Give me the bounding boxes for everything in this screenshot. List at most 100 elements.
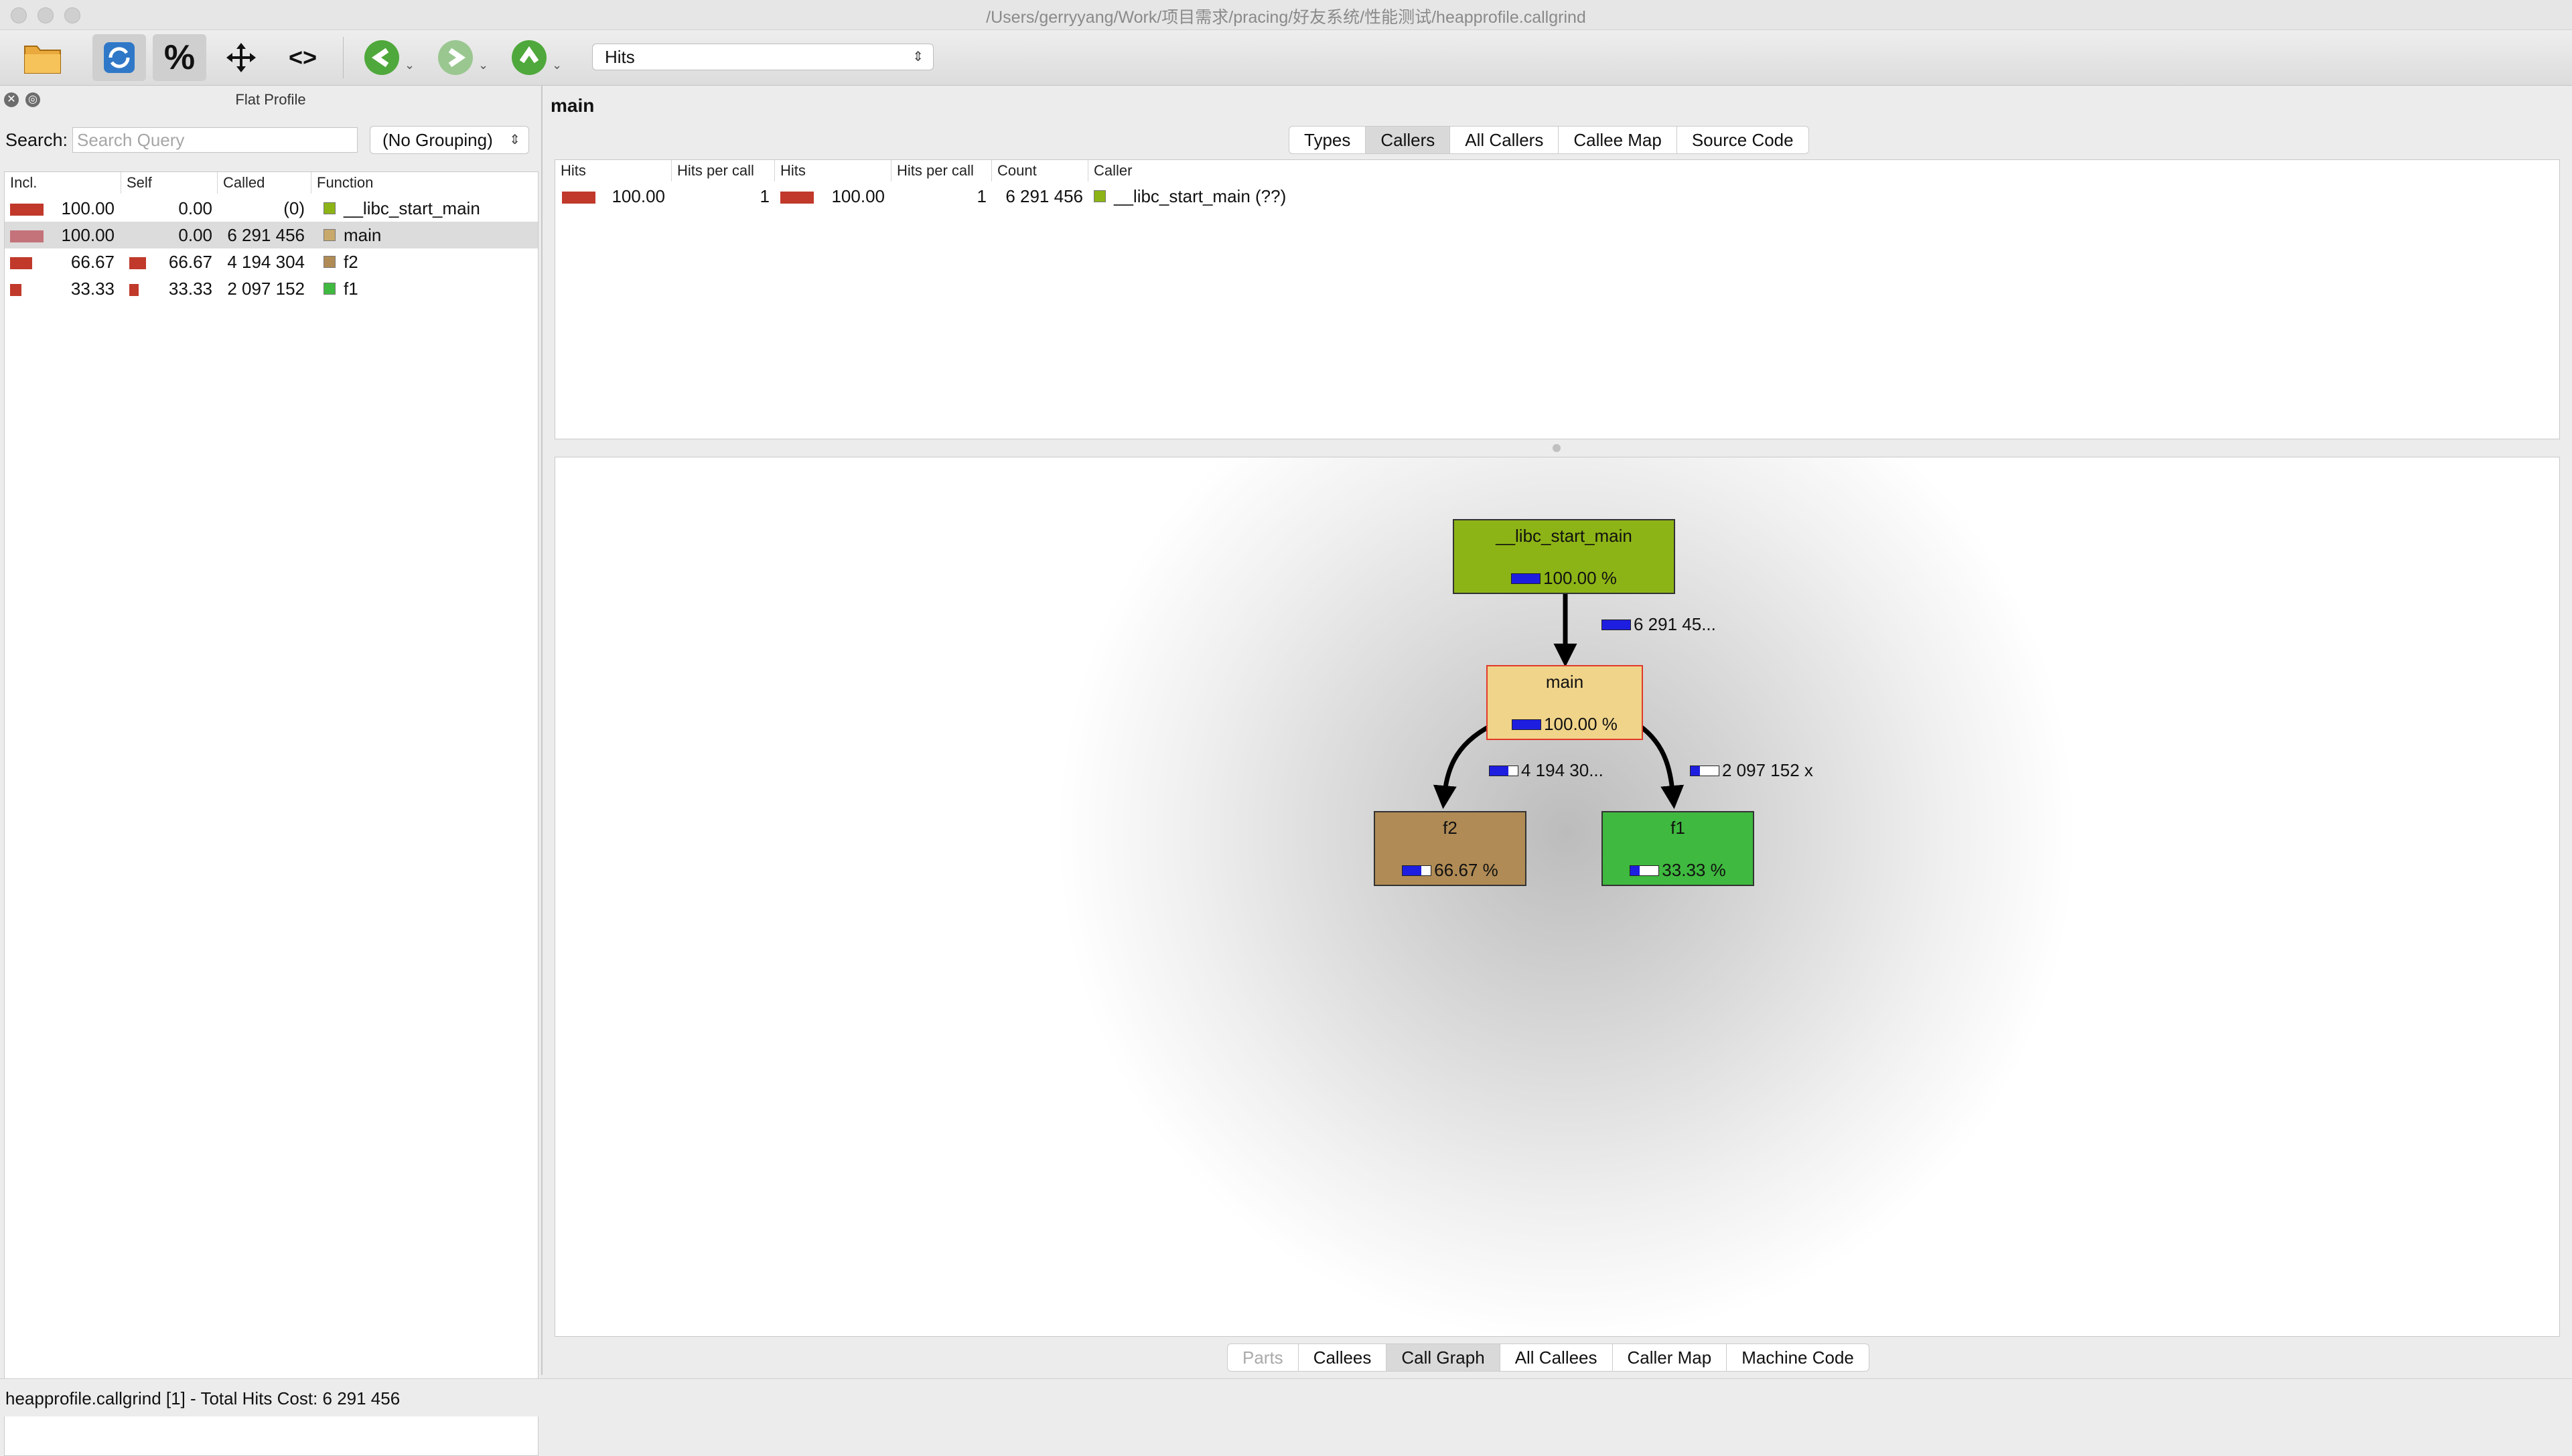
event-type-value: Hits xyxy=(605,47,635,67)
tab-types[interactable]: Types xyxy=(1289,127,1366,153)
edge-label-main-to-f2[interactable]: 4 194 30... xyxy=(1489,760,1603,781)
cost-bar xyxy=(1630,865,1660,876)
cost-bar xyxy=(1512,719,1542,730)
table-row[interactable]: 66.67 66.67 4 194 304 f2 xyxy=(5,248,538,275)
column-header-self[interactable]: Self xyxy=(121,172,218,194)
node-percent: 100.00 % xyxy=(1543,568,1617,588)
back-dropdown-icon[interactable]: ⌄ xyxy=(405,58,415,72)
open-folder-icon[interactable] xyxy=(16,34,70,81)
count-value: 6 291 456 xyxy=(1005,186,1083,206)
search-input[interactable] xyxy=(72,127,358,153)
incl-value: 66.67 xyxy=(70,252,115,272)
tab-call-graph[interactable]: Call Graph xyxy=(1386,1344,1500,1371)
incl-value: 33.33 xyxy=(70,279,115,299)
table-row[interactable]: 100.00 0.00 6 291 456 main xyxy=(5,222,538,248)
up-icon[interactable] xyxy=(502,34,556,81)
column-header-hits[interactable]: Hits xyxy=(555,160,672,181)
column-header-function[interactable]: Function xyxy=(311,172,538,194)
node-label: main xyxy=(1545,672,1584,692)
call-count-bar xyxy=(1489,765,1518,776)
top-tab-bar: Types Callers All Callers Callee Map Source … xyxy=(1289,126,1809,154)
function-color-swatch xyxy=(324,202,336,214)
column-header-count[interactable]: Count xyxy=(992,160,1088,181)
call-count-label: 2 097 152 x xyxy=(1722,760,1813,780)
forward-dropdown-icon[interactable]: ⌄ xyxy=(478,58,488,72)
caller-name: __libc_start_main (??) xyxy=(1114,186,1287,206)
node-label: f2 xyxy=(1443,818,1457,838)
call-count-bar xyxy=(1601,619,1631,630)
splitter-handle[interactable] xyxy=(1553,444,1561,452)
tab-all-callees[interactable]: All Callees xyxy=(1500,1344,1613,1371)
tab-callers[interactable]: Callers xyxy=(1366,127,1451,153)
event-type-select[interactable]: Hits ⇕ xyxy=(592,44,934,70)
call-graph-view[interactable]: __libc_start_main 100.00 % main 100.00 %… xyxy=(555,457,2560,1337)
title-bar: /Users/gerryyang/Work/项目需求/pracing/好友系统/… xyxy=(0,0,2572,30)
edge-main-to-f2 xyxy=(1433,723,1493,809)
tab-machine-code[interactable]: Machine Code xyxy=(1727,1344,1869,1371)
table-row[interactable]: 33.33 33.33 2 097 152 f1 xyxy=(5,275,538,302)
node-percent: 100.00 % xyxy=(1544,714,1618,734)
code-icon[interactable]: <> xyxy=(276,34,330,81)
node-label: f1 xyxy=(1670,818,1685,838)
column-header-called[interactable]: Called xyxy=(218,172,311,194)
table-row[interactable]: 100.00 1 100.00 1 6 291 456 __libc_start… xyxy=(555,183,2559,210)
status-bar: heapprofile.callgrind [1] - Total Hits C… xyxy=(0,1378,2572,1416)
function-color-swatch xyxy=(324,283,336,295)
forward-icon[interactable] xyxy=(429,34,482,81)
call-count-label: 4 194 30... xyxy=(1521,760,1603,780)
function-name: f2 xyxy=(344,252,358,272)
tab-parts[interactable]: Parts xyxy=(1228,1344,1299,1371)
tab-callee-map[interactable]: Callee Map xyxy=(1559,127,1677,153)
window-title: /Users/gerryyang/Work/项目需求/pracing/好友系统/… xyxy=(986,8,1586,27)
tab-callees[interactable]: Callees xyxy=(1299,1344,1387,1371)
column-header-hits-2[interactable]: Hits xyxy=(775,160,891,181)
tab-source-code[interactable]: Source Code xyxy=(1677,127,1808,153)
column-header-hits-per-call-2[interactable]: Hits per call xyxy=(891,160,992,181)
graph-node-main[interactable]: main 100.00 % xyxy=(1486,665,1643,740)
edge-label-libc-to-main[interactable]: 6 291 45... xyxy=(1601,614,1716,635)
caller-color-swatch xyxy=(1094,190,1106,202)
tab-caller-map[interactable]: Caller Map xyxy=(1613,1344,1727,1371)
edge-main-to-f1 xyxy=(1637,723,1685,809)
node-percent: 33.33 % xyxy=(1662,860,1726,880)
tab-all-callers[interactable]: All Callers xyxy=(1450,127,1559,153)
incl-value: 100.00 xyxy=(61,225,115,245)
graph-node-f1[interactable]: f1 33.33 % xyxy=(1601,811,1754,886)
function-name: main xyxy=(344,225,382,245)
chevron-updown-icon: ⇕ xyxy=(509,133,520,147)
cost-bar xyxy=(1402,865,1432,876)
search-label: Search: xyxy=(5,130,68,150)
called-value: (0) xyxy=(283,198,305,218)
node-label: __libc_start_main xyxy=(1496,526,1632,546)
column-header-incl[interactable]: Incl. xyxy=(5,172,121,194)
grouping-select[interactable]: (No Grouping) ⇕ xyxy=(370,126,529,154)
reload-icon[interactable] xyxy=(92,34,146,81)
flat-profile-title: Flat Profile xyxy=(235,91,306,108)
back-icon[interactable] xyxy=(355,34,409,81)
hits-value-2: 100.00 xyxy=(831,186,885,206)
percent-icon[interactable]: % xyxy=(153,34,206,81)
column-header-hits-per-call[interactable]: Hits per call xyxy=(672,160,775,181)
edge-label-main-to-f1[interactable]: 2 097 152 x xyxy=(1690,760,1813,781)
grouping-value: (No Grouping) xyxy=(382,130,493,150)
hits-value: 100.00 xyxy=(612,186,665,206)
up-dropdown-icon[interactable]: ⌄ xyxy=(552,58,562,72)
cost-bar xyxy=(1511,573,1541,584)
toolbar: % <> ⌄ ⌄ ⌄ xyxy=(0,30,2572,86)
graph-node-f2[interactable]: f2 66.67 % xyxy=(1374,811,1526,886)
move-icon[interactable] xyxy=(214,34,268,81)
self-value: 0.00 xyxy=(178,198,212,218)
status-text: heapprofile.callgrind [1] - Total Hits C… xyxy=(5,1388,401,1408)
column-header-caller[interactable]: Caller xyxy=(1088,160,2559,181)
selected-function-name: main xyxy=(551,95,595,116)
function-color-swatch xyxy=(324,256,336,268)
called-value: 4 194 304 xyxy=(227,252,305,272)
flat-profile-table: Incl. Self Called Function 100.00 0.00 (0)… xyxy=(4,171,539,1456)
node-percent: 66.67 % xyxy=(1434,860,1498,880)
table-row[interactable]: 100.00 0.00 (0) __libc_start_main xyxy=(5,195,538,222)
function-name: f1 xyxy=(344,279,358,299)
incl-value: 100.00 xyxy=(61,198,115,218)
called-value: 2 097 152 xyxy=(227,279,305,299)
graph-node-libc-start-main[interactable]: __libc_start_main 100.00 % xyxy=(1453,519,1675,594)
callers-table: Hits Hits per call Hits Hits per call Co… xyxy=(555,159,2560,439)
